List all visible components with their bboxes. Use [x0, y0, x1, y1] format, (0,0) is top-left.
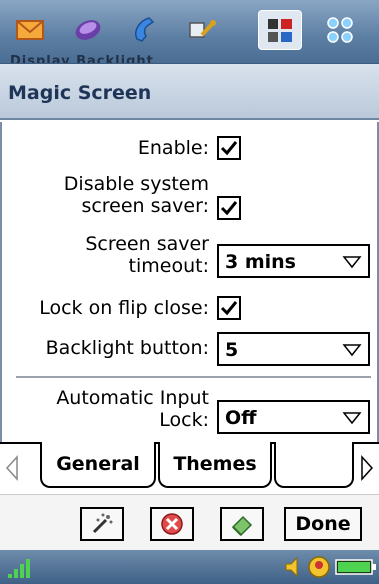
disable-saver-checkbox[interactable] [217, 196, 241, 220]
lock-flip-checkbox[interactable] [217, 296, 241, 320]
check-icon [220, 201, 238, 216]
eraser-button[interactable] [220, 507, 264, 541]
chevron-down-icon [342, 344, 362, 357]
tab-general[interactable]: General [40, 442, 156, 488]
check-icon [220, 141, 238, 156]
tab-themes-label: Themes [173, 453, 257, 475]
auto-lock-value: Off [225, 407, 257, 429]
settings-form: Enable: Disable system screen saver: Scr… [0, 122, 379, 442]
tab-scroll-right-icon[interactable] [359, 454, 375, 482]
apps-grid-icon[interactable] [318, 10, 362, 50]
button-row: Done [0, 494, 379, 550]
battery-icon[interactable] [334, 554, 378, 580]
timeout-label-line1: Screen saver [85, 233, 209, 255]
tab-strip: General Themes [0, 442, 379, 494]
backlight-dropdown[interactable]: 5 [217, 332, 370, 366]
eraser-icon [231, 515, 253, 537]
tab-empty[interactable] [274, 442, 354, 488]
profile-icon[interactable] [306, 554, 332, 580]
tab-themes[interactable]: Themes [158, 442, 272, 488]
auto-lock-dropdown[interactable]: Off [217, 400, 370, 434]
chevron-down-icon [342, 412, 362, 425]
phone-icon[interactable] [124, 10, 168, 50]
close-button[interactable] [150, 507, 194, 541]
magic-wand-button[interactable] [80, 507, 124, 541]
launcher-bar: Display Backlight [0, 0, 379, 64]
check-icon [220, 301, 238, 316]
auto-lock-label-line1: Automatic Input [56, 387, 209, 409]
timeout-dropdown[interactable]: 3 mins [217, 244, 370, 278]
window-titlebar: Magic Screen [0, 64, 379, 120]
magic-wand-icon [92, 513, 113, 534]
auto-lock-label-line2: Lock: [159, 409, 209, 431]
tools-icon[interactable] [180, 10, 224, 50]
background-window-peek: Display Backlight [10, 54, 154, 64]
status-bar [0, 550, 379, 584]
done-button[interactable]: Done [284, 507, 362, 541]
enable-checkbox[interactable] [217, 136, 241, 160]
tab-scroll-left-icon[interactable] [4, 454, 20, 482]
disable-saver-label-line1: Disable system [63, 173, 209, 195]
timeout-label-line2: timeout: [128, 255, 209, 277]
disable-saver-label-line2: screen saver: [81, 195, 209, 217]
backlight-value: 5 [225, 339, 239, 361]
mail-icon[interactable] [8, 10, 52, 50]
signal-icon[interactable] [6, 554, 36, 580]
window-title: Magic Screen [8, 82, 152, 104]
tab-general-label: General [56, 453, 140, 475]
enable-label: Enable: [137, 137, 209, 159]
close-circle-icon [161, 513, 183, 535]
lock-flip-label: Lock on flip close: [39, 297, 209, 319]
volume-icon[interactable] [282, 554, 304, 580]
chevron-down-icon [342, 256, 362, 269]
timeout-value: 3 mins [225, 251, 296, 273]
control-panel-icon[interactable] [258, 10, 302, 50]
contacts-icon[interactable] [66, 10, 110, 50]
backlight-label: Backlight button: [45, 337, 209, 359]
form-separator [16, 376, 371, 378]
